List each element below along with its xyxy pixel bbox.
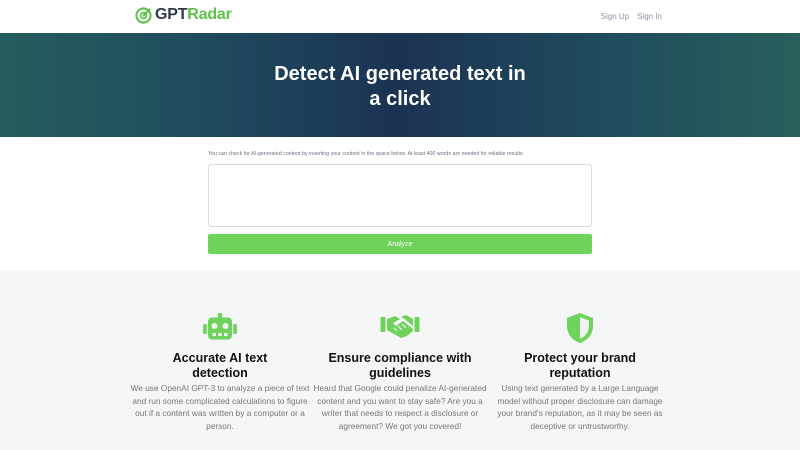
features-section: Accurate AI text detection We use OpenAI… <box>0 271 800 450</box>
logo-text-radar: Radar <box>187 6 232 23</box>
hero-banner: Detect AI generated text in a click <box>0 33 800 137</box>
hero-title-line2: a click <box>369 88 431 110</box>
logo-text: GPTRadar <box>155 6 232 24</box>
feature-description: Using text generated by a Large Language… <box>497 383 663 432</box>
analyze-button[interactable]: Analyze <box>208 234 592 254</box>
feature-title-line2: reputation <box>549 366 611 380</box>
feature-title-line1: Accurate AI text <box>172 351 268 365</box>
shield-icon <box>567 313 593 343</box>
hero-title: Detect AI generated text in a click <box>0 62 800 112</box>
nav-links: Sign Up Sign In <box>601 12 662 21</box>
logo[interactable]: GPTRadar <box>135 6 232 24</box>
top-navbar: GPTRadar Sign Up Sign In <box>0 0 800 33</box>
feature-description: Heard that Google could penalize AI-gene… <box>313 383 487 432</box>
handshake-icon <box>380 315 420 338</box>
feature-title-line2: detection <box>192 366 248 380</box>
sign-in-link[interactable]: Sign In <box>637 12 662 21</box>
content-textarea[interactable] <box>208 164 592 227</box>
feature-title-line2: guidelines <box>369 366 431 380</box>
feature-title-line1: Ensure compliance with <box>328 351 472 365</box>
feature-title: Protect your brand reputation <box>490 351 670 381</box>
feature-description: We use OpenAI GPT-3 to analyze a piece o… <box>130 383 310 432</box>
feature-title: Ensure compliance with guidelines <box>310 351 490 381</box>
form-hint: You can check for AI-generated content b… <box>208 151 525 157</box>
robot-icon <box>203 313 237 340</box>
sign-up-link[interactable]: Sign Up <box>601 12 629 21</box>
logo-text-gpt: GPT <box>155 6 188 23</box>
feature-title: Accurate AI text detection <box>130 351 310 381</box>
feature-title-line1: Protect your brand <box>524 351 636 365</box>
hero-title-line1: Detect AI generated text in <box>274 63 526 85</box>
radar-icon <box>135 6 152 24</box>
